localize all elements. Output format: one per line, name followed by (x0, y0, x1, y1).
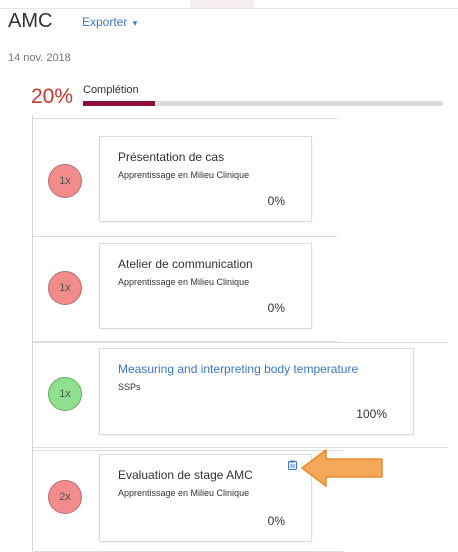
activity-title: Evaluation de stage AMC (118, 468, 253, 482)
activity-title-link[interactable]: Measuring and interpreting body temperat… (118, 362, 358, 376)
completion-percent: 20% (31, 85, 74, 108)
activity-card[interactable]: Présentation de cas Apprentissage en Mil… (99, 136, 312, 222)
activity-card[interactable]: Atelier de communication Apprentissage e… (99, 243, 312, 329)
activity-card[interactable]: Measuring and interpreting body temperat… (99, 348, 414, 435)
activity-subtitle: Apprentissage en Milieu Clinique (118, 170, 250, 180)
occurrence-badge: 1x (48, 164, 82, 198)
activity-group: 1x Measuring and interpreting body tempe… (33, 342, 448, 448)
arrow-left-icon (301, 449, 383, 487)
activity-progress: 0% (267, 194, 285, 208)
export-dropdown[interactable]: Exporter ▾ (82, 15, 137, 29)
activity-progress: 100% (356, 407, 387, 421)
activity-group: 1x Présentation de cas Apprentissage en … (33, 118, 337, 237)
date-label: 14 nov. 2018 (8, 52, 71, 64)
completion-label: Complétion (83, 84, 139, 96)
chevron-down-icon: ▾ (132, 18, 138, 28)
completion-progress-bar (83, 101, 443, 106)
completion-progress-fill (83, 101, 155, 106)
top-bar (0, 0, 458, 9)
activity-group: 1x Atelier de communication Apprentissag… (33, 236, 337, 342)
export-label: Exporter (82, 15, 128, 29)
activity-subtitle: Apprentissage en Milieu Clinique (118, 277, 250, 287)
activity-card[interactable]: Evaluation de stage AMC Apprentissage en… (99, 454, 312, 542)
page-title: AMC (8, 10, 53, 32)
activity-title: Atelier de communication (118, 257, 253, 271)
active-tab-indicator (190, 0, 254, 8)
occurrence-badge: 1x (48, 271, 82, 305)
activity-subtitle: Apprentissage en Milieu Clinique (118, 488, 250, 498)
occurrence-badge: 2x (48, 480, 82, 514)
activity-subtitle: SSPs (118, 382, 141, 392)
activity-progress: 0% (267, 301, 285, 315)
occurrence-badge: 1x (48, 377, 82, 411)
clipboard-icon[interactable] (288, 460, 297, 470)
activity-progress: 0% (267, 514, 285, 528)
activity-title: Présentation de cas (118, 150, 225, 164)
